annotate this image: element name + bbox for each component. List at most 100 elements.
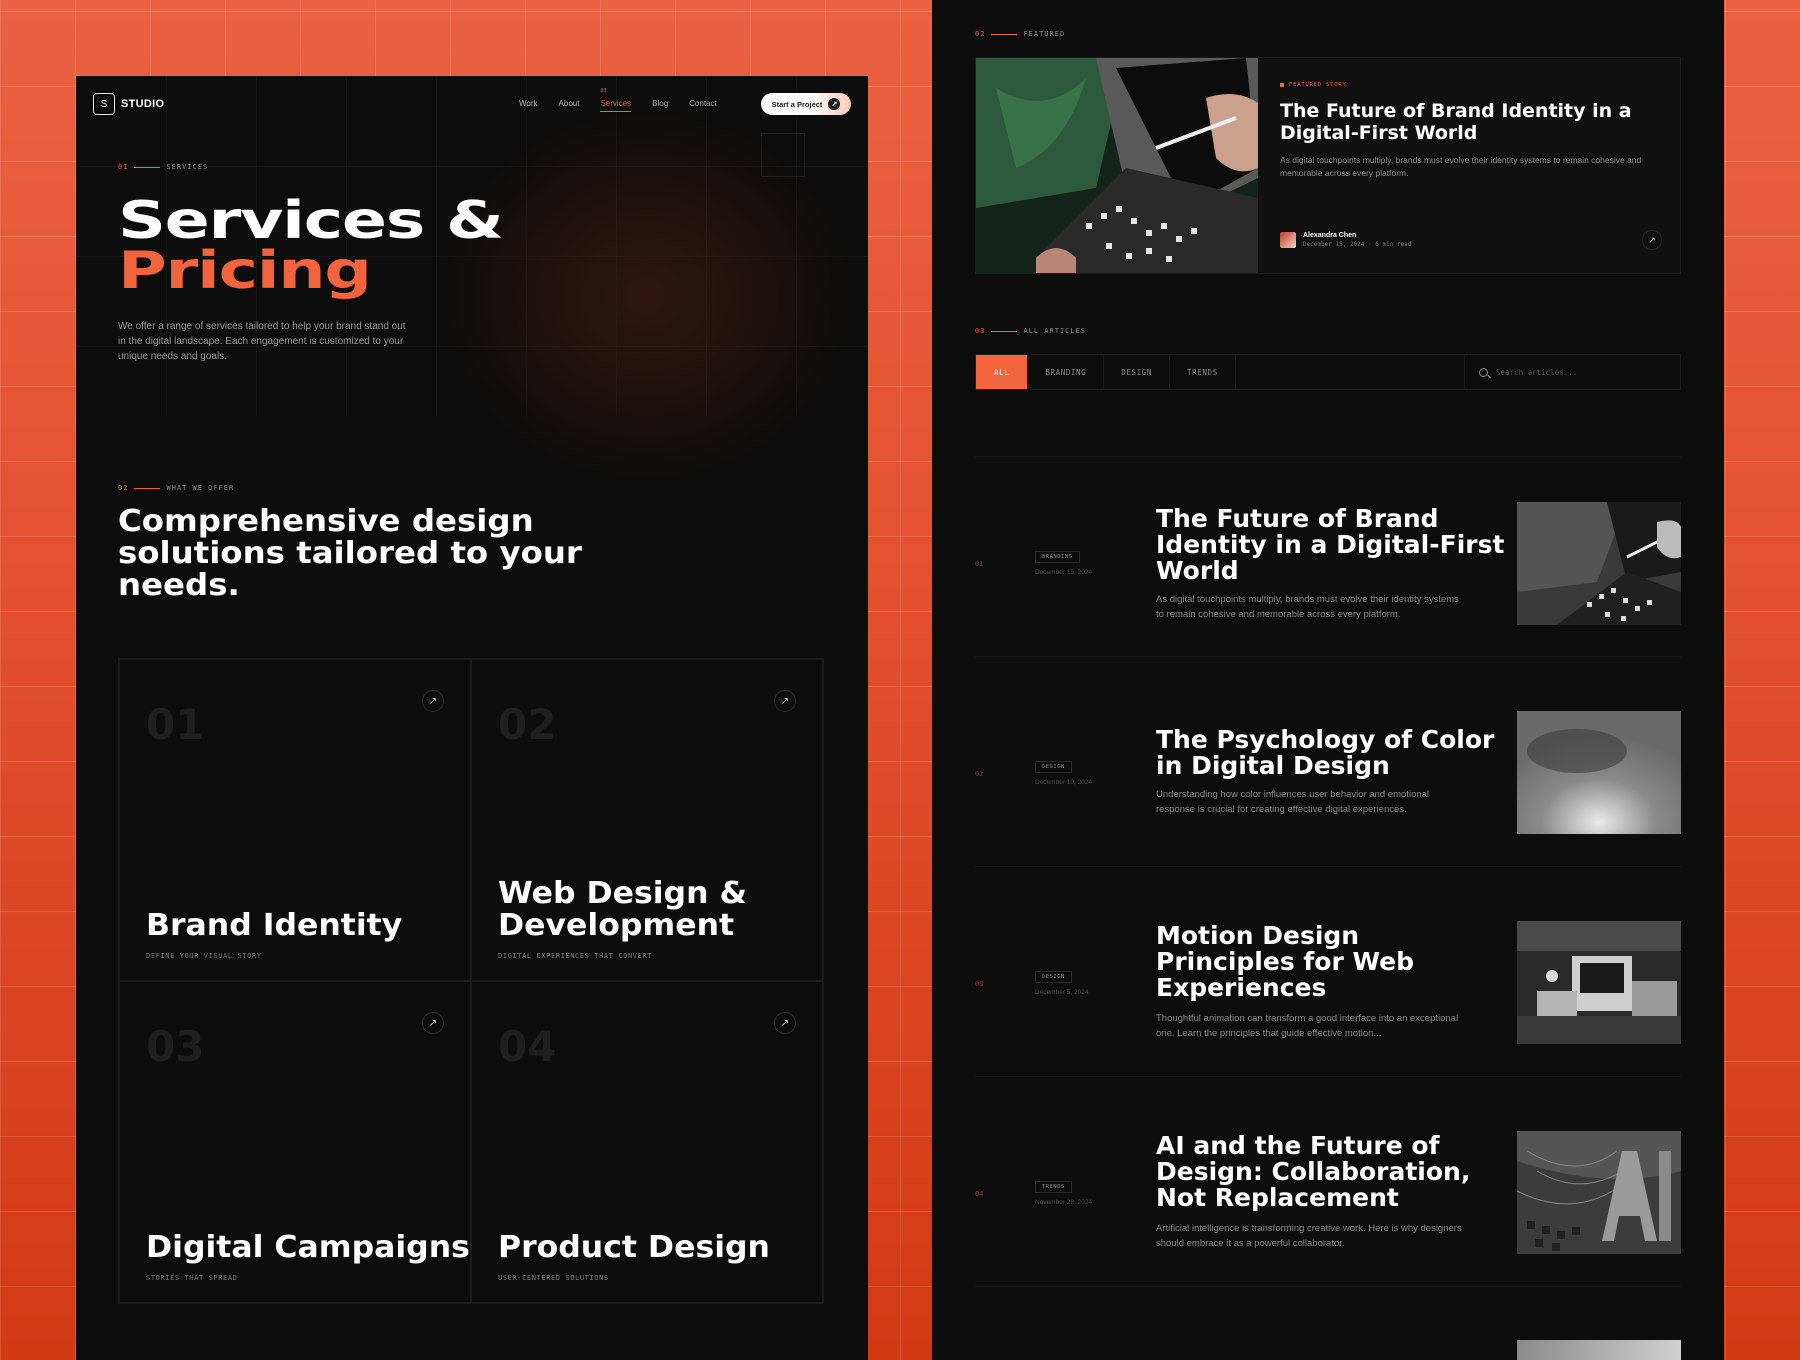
arrow-up-right-icon[interactable]: ↗ — [774, 1012, 796, 1034]
decorative-square — [761, 133, 805, 177]
search-placeholder: Search articles... — [1496, 367, 1578, 377]
section-number: 01 — [118, 163, 129, 171]
arrow-up-right-icon[interactable]: ↗ — [1642, 230, 1662, 250]
filter-branding[interactable]: BRANDING — [1028, 355, 1105, 389]
article-row[interactable]: 01 BRANDING December 15, 2024 The Future… — [975, 456, 1681, 656]
hero-description: We offer a range of services tailored to… — [118, 321, 406, 362]
article-tag: BRANDING — [1035, 551, 1080, 563]
section-label-offer: 02 WHAT WE OFFER — [118, 484, 234, 492]
section-number: 03 — [975, 327, 986, 335]
article-image — [1517, 1131, 1681, 1254]
kicker-square-icon — [1280, 83, 1284, 87]
logo-text: STUDIO — [121, 98, 165, 110]
article-number: 04 — [975, 1190, 984, 1198]
section-label-services: 01 SERVICES — [118, 163, 208, 171]
nav-active-badge: 03 — [600, 88, 607, 94]
arrow-up-right-icon[interactable]: ↗ — [774, 690, 796, 712]
article-date: December 5, 2024 — [1035, 989, 1089, 996]
section-label-featured: 02 FEATURED — [975, 30, 1065, 38]
service-subtitle: DEFINE YOUR VISUAL STORY — [146, 952, 262, 960]
divider — [975, 1286, 1681, 1287]
start-project-button[interactable]: Start a Project ↗ — [761, 93, 851, 115]
article-number: 01 — [975, 560, 984, 568]
article-date: November 28, 2024 — [1035, 1199, 1093, 1206]
article-title[interactable]: The Future of Brand Identity in a Digita… — [1156, 506, 1506, 584]
article-date: December 10, 2024 — [1035, 779, 1093, 786]
page-title: Services & Pricing — [118, 191, 504, 301]
nav-link-services-label: Services — [600, 99, 632, 108]
featured-article-card[interactable]: FEATURED STORY The Future of Brand Ident… — [975, 57, 1681, 274]
featured-kicker: FEATURED STORY — [1280, 82, 1347, 88]
avatar — [1280, 232, 1296, 248]
services-grid: 01 ↗ Brand Identity DEFINE YOUR VISUAL S… — [118, 658, 824, 1304]
nav-link-work[interactable]: Work — [519, 99, 538, 108]
service-number: 03 — [146, 1022, 205, 1071]
blog-page: 02 FEATURED FEATURED STORY The Future of… — [932, 0, 1724, 1360]
service-title: Product Design — [498, 1230, 770, 1265]
section-label-all-articles: 03 ALL ARTICLES — [975, 327, 1086, 335]
page-title-line1: Services & — [118, 191, 504, 251]
article-title[interactable]: AI and the Future of Design: Collaborati… — [1156, 1133, 1506, 1211]
article-tag: TRENDS — [1035, 1181, 1072, 1193]
filter-all[interactable]: ALL — [976, 355, 1029, 389]
section-label-text: WHAT WE OFFER — [166, 484, 235, 492]
article-row[interactable]: 03 DESIGN December 5, 2024 Motion Design… — [975, 866, 1681, 1076]
author-meta: December 15, 2024 · 6 min read — [1303, 241, 1412, 248]
filter-design[interactable]: DESIGN — [1104, 355, 1170, 389]
logo[interactable]: S STUDIO — [93, 93, 164, 115]
nav-link-contact[interactable]: Contact — [689, 99, 717, 108]
service-card-digital-campaigns[interactable]: 03 ↗ Digital Campaigns STORIES THAT SPRE… — [119, 981, 471, 1303]
article-filter-bar: ALL BRANDING DESIGN TRENDS Search articl… — [975, 354, 1681, 390]
service-number: 02 — [498, 700, 557, 749]
top-nav: S STUDIO Work About 03 Services Blog Con… — [93, 88, 851, 117]
article-tag: DESIGN — [1035, 761, 1072, 773]
nav-links: Work About 03 Services Blog Contact — [519, 88, 717, 112]
section-number: 02 — [975, 30, 986, 38]
featured-author: Alexandra Chen December 15, 2024 · 6 min… — [1280, 232, 1411, 248]
article-row[interactable]: 02 DESIGN December 10, 2024 The Psycholo… — [975, 656, 1681, 866]
featured-title[interactable]: The Future of Brand Identity in a Digita… — [1280, 100, 1650, 144]
author-name: Alexandra Chen — [1303, 232, 1357, 239]
article-title[interactable]: Motion Design Principles for Web Experie… — [1156, 923, 1506, 1001]
retro-computer-image — [1517, 921, 1681, 1044]
article-image — [1517, 711, 1681, 834]
service-title: Digital Campaigns — [146, 1230, 470, 1265]
article-description: As digital touchpoints multiply, brands … — [1156, 594, 1459, 620]
service-card-brand-identity[interactable]: 01 ↗ Brand Identity DEFINE YOUR VISUAL S… — [119, 659, 471, 981]
section-label-text: FEATURED — [1023, 30, 1066, 38]
service-title: Web Design & Development — [498, 876, 747, 943]
section-label-text: ALL ARTICLES — [1023, 327, 1087, 335]
section-label-text: SERVICES — [166, 163, 209, 171]
featured-description: As digital touchpoints multiply, brands … — [1280, 155, 1642, 178]
article-image — [1517, 921, 1681, 1044]
services-page: S STUDIO Work About 03 Services Blog Con… — [76, 76, 868, 1360]
nav-link-blog[interactable]: Blog — [652, 99, 668, 108]
service-card-product-design[interactable]: 04 ↗ Product Design USER-CENTERED SOLUTI… — [471, 981, 823, 1303]
service-number: 04 — [498, 1022, 557, 1071]
keyboard-tablet-image — [1517, 502, 1681, 625]
start-project-label: Start a Project — [771, 99, 823, 109]
search-input[interactable]: Search articles... — [1464, 355, 1680, 389]
nav-link-about[interactable]: About — [559, 99, 580, 108]
article-description: Understanding how color influences user … — [1156, 789, 1430, 815]
article-image-partial — [1517, 1340, 1681, 1360]
nav-link-services[interactable]: 03 Services — [600, 88, 632, 112]
service-subtitle: STORIES THAT SPREAD — [146, 1274, 238, 1282]
article-description: Thoughtful animation can transform a goo… — [1156, 1013, 1459, 1039]
arrow-up-right-icon[interactable]: ↗ — [422, 1012, 444, 1034]
section-divider — [134, 166, 161, 168]
service-title: Brand Identity — [146, 908, 403, 943]
service-card-web-design[interactable]: 02 ↗ Web Design & Development DIGITAL EX… — [471, 659, 823, 981]
article-title[interactable]: The Psychology of Color in Digital Desig… — [1156, 727, 1506, 779]
article-description: Artificial intelligence is transforming … — [1156, 1223, 1462, 1249]
arrow-up-right-icon: ↗ — [828, 98, 841, 110]
section-divider — [991, 330, 1018, 332]
filter-trends[interactable]: TRENDS — [1170, 355, 1236, 389]
page-title-line2: Pricing — [118, 241, 372, 301]
article-row[interactable]: 04 TRENDS November 28, 2024 AI and the F… — [975, 1076, 1681, 1286]
article-date: December 15, 2024 — [1035, 569, 1093, 576]
service-subtitle: DIGITAL EXPERIENCES THAT CONVERT — [498, 952, 653, 960]
arrow-up-right-icon[interactable]: ↗ — [422, 690, 444, 712]
offer-heading: Comprehensive design solutions tailored … — [118, 504, 582, 603]
featured-kicker-text: FEATURED STORY — [1289, 82, 1347, 88]
